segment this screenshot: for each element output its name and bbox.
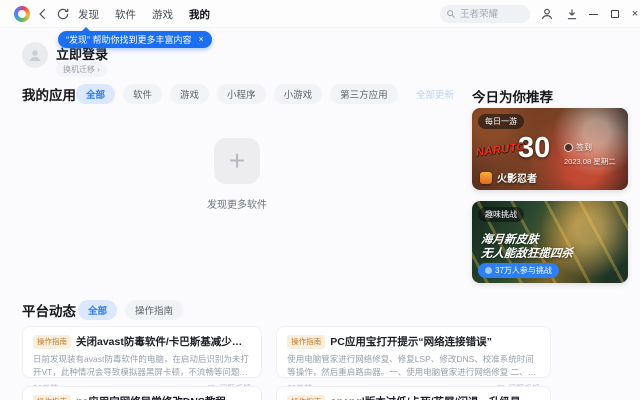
main-nav: 发现 软件 游戏 我的 — [78, 0, 210, 28]
news-card-network-error[interactable]: 操作指南 PC应用宝打开提示“网络连接错误” 使用电脑管家进行网络修复、修复LS… — [276, 326, 551, 393]
calendar-date: 2023.08 星期二 — [564, 157, 616, 166]
challenge-card[interactable]: 趣味挑战 海月新皮肤 无人能敌狂揽四杀 37万人参与挑战 — [472, 201, 628, 283]
discover-tooltip: “发现” 帮助你找到更多丰富内容 × — [58, 27, 212, 48]
nav-tab-games[interactable]: 游戏 — [152, 7, 173, 22]
my-apps-title: 我的应用 — [22, 88, 76, 103]
filter-miniprograms[interactable]: 小程序 — [217, 84, 266, 104]
nav-tab-discover[interactable]: 发现 — [78, 7, 99, 22]
nav-tab-software[interactable]: 软件 — [115, 7, 136, 22]
search-box[interactable] — [440, 5, 530, 23]
participants-icon — [485, 267, 492, 274]
avatar-person-icon — [29, 50, 41, 61]
app-logo-icon[interactable] — [14, 6, 30, 22]
news-summary: 使用电脑管家进行网络修复、修复LSP、修改DNS、校准系统时间等操作，然后重启路… — [287, 354, 537, 377]
filter-games[interactable]: 游戏 — [170, 84, 210, 104]
close-button[interactable]: × — [626, 0, 640, 28]
update-all-link[interactable]: 全部更新 — [416, 87, 454, 101]
news-summary: 日前发现装有avast防毒软件的电脑，在启动后识别为未打开VT，此种情况会导致模… — [33, 354, 249, 377]
guide-badge: 操作指南 — [287, 334, 326, 349]
titlebar: 发现 软件 游戏 我的 × — [0, 0, 640, 28]
plus-icon: + — [228, 145, 246, 176]
guide-badge: 操作指南 — [33, 334, 71, 349]
filter-thirdparty[interactable]: 第三方应用 — [330, 84, 398, 104]
news-card-opengl[interactable]: 操作指南 opengl版本过低/卡死/花屏/闪退，升级显卡驱动… — [276, 386, 551, 400]
minimize-icon — [588, 13, 598, 15]
news-grid: 操作指南 关闭avast防毒软件/卡巴斯基减少卡顿现象 日前发现装有avast防… — [22, 326, 551, 400]
news-filter-all[interactable]: 全部 — [78, 300, 118, 320]
challenge-line2: 无人能敌狂揽四杀 — [480, 248, 574, 260]
news-title: pc应用宝网络异常修改DNS教程 — [76, 394, 226, 400]
daily-game-name: 火影忍者 — [497, 174, 537, 185]
news-card-avast[interactable]: 操作指南 关闭avast防毒软件/卡巴斯基减少卡顿现象 日前发现装有avast防… — [22, 326, 263, 393]
tooltip-close-icon[interactable]: × — [199, 35, 204, 44]
news-title: opengl版本过低/卡死/花屏/闪退，升级显卡驱动… — [330, 394, 540, 400]
checkin-label: 签到 — [576, 143, 592, 152]
daily-game-badge: 每日一游 — [478, 114, 524, 129]
device-migration-link[interactable]: 换机迁移 › — [56, 62, 107, 77]
daily-game-card[interactable]: 每日一游 NARUTO 30 签到 2023.08 星期二 火影忍者 — [472, 108, 628, 190]
challenge-badge: 趣味挑战 — [478, 207, 524, 222]
checkin-icon — [564, 143, 573, 152]
maximize-icon — [611, 10, 619, 18]
game-logo-icon — [480, 171, 492, 184]
filter-all[interactable]: 全部 — [76, 84, 116, 104]
minimize-button[interactable] — [584, 0, 602, 28]
maximize-button[interactable] — [606, 0, 624, 28]
refresh-icon[interactable] — [56, 7, 70, 21]
guide-badge: 操作指南 — [33, 394, 71, 400]
news-card-dns[interactable]: 操作指南 pc应用宝网络异常修改DNS教程 — [22, 386, 263, 400]
add-software-button[interactable]: + — [214, 138, 260, 184]
account-icon[interactable] — [540, 7, 554, 21]
add-software-label: 发现更多软件 — [207, 200, 267, 211]
calendar-day: 30 — [518, 132, 551, 164]
news-filter-guide[interactable]: 操作指南 — [125, 300, 184, 320]
platform-news-title: 平台动态 — [22, 304, 76, 319]
filter-minigames[interactable]: 小游戏 — [273, 84, 323, 104]
platform-news-filters: 全部 操作指南 — [78, 300, 184, 320]
news-title: 关闭avast防毒软件/卡巴斯基减少卡顿现象 — [76, 336, 251, 348]
participants-count: 37万人参与挑战 — [495, 266, 552, 275]
challenge-stat-pill: 37万人参与挑战 — [478, 263, 559, 278]
news-title: PC应用宝打开提示“网络连接错误” — [330, 336, 492, 348]
search-icon — [447, 10, 455, 18]
guide-badge: 操作指南 — [287, 394, 326, 400]
nav-tab-mine[interactable]: 我的 — [189, 7, 210, 22]
back-icon[interactable] — [36, 7, 50, 21]
recommend-title: 今日为你推荐 — [472, 90, 553, 105]
my-apps-filters: 全部 软件 游戏 小程序 小游戏 第三方应用 — [76, 84, 398, 104]
search-input[interactable] — [460, 8, 524, 20]
download-manager-icon[interactable] — [565, 7, 579, 21]
close-icon: × — [631, 8, 639, 20]
avatar[interactable] — [22, 42, 48, 68]
tooltip-text: “发现” 帮助你找到更多丰富内容 — [66, 35, 192, 45]
filter-software[interactable]: 软件 — [123, 84, 163, 104]
